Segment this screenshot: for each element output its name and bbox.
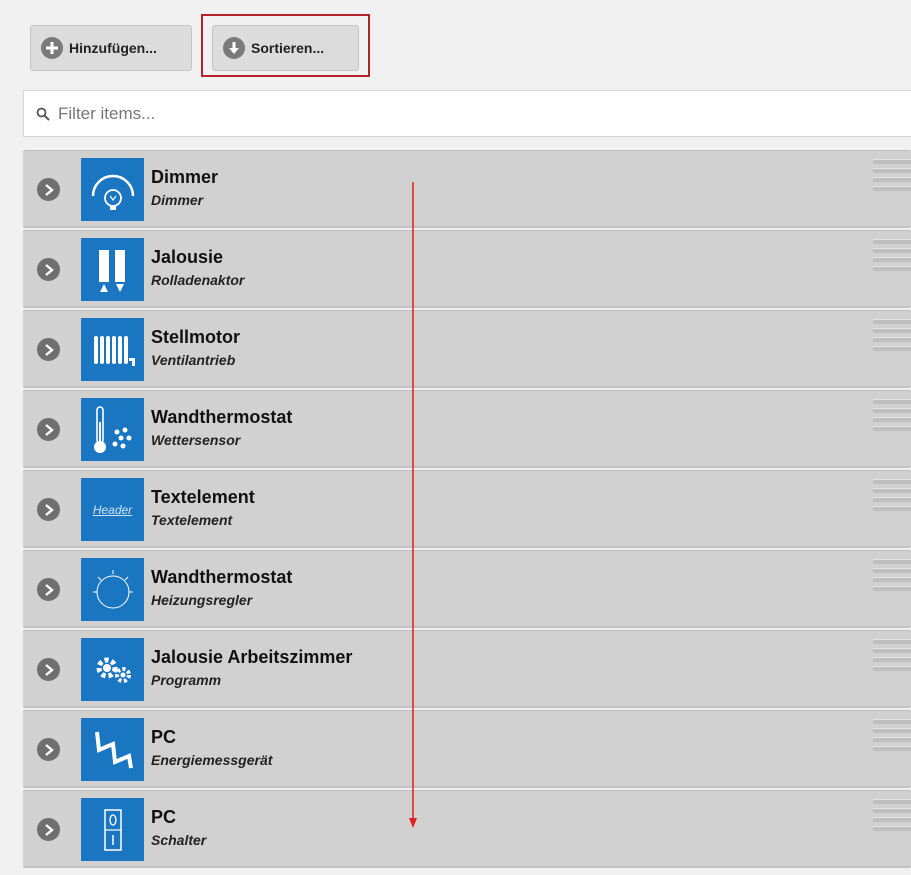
item-title: Jalousie <box>151 247 224 267</box>
item-title: Wandthermostat <box>151 567 293 587</box>
item-title: Stellmotor <box>151 327 241 347</box>
list-item[interactable]: Dimmer Dimmer <box>23 150 911 228</box>
item-subtitle: Wettersensor <box>151 432 241 448</box>
item-title: Jalousie Arbeitszimmer <box>151 647 353 667</box>
drag-handle-icon[interactable] <box>873 159 911 191</box>
item-list: Dimmer Dimmer Jalousie Rolladenaktor Ste… <box>23 150 911 870</box>
chevron-right-icon[interactable] <box>37 818 60 841</box>
item-subtitle: Programm <box>151 672 222 688</box>
chevron-right-icon[interactable] <box>37 738 60 761</box>
add-button[interactable]: Hinzufügen... <box>30 25 192 71</box>
add-button-label: Hinzufügen... <box>69 40 157 56</box>
plus-icon <box>41 37 63 59</box>
item-subtitle: Heizungsregler <box>151 592 253 608</box>
dial-icon <box>81 558 144 621</box>
chevron-right-icon[interactable] <box>37 498 60 521</box>
list-item[interactable]: Wandthermostat Wettersensor <box>23 390 911 468</box>
lightning-icon <box>81 718 144 781</box>
item-title: PC <box>151 807 177 827</box>
chevron-right-icon[interactable] <box>37 578 60 601</box>
list-item[interactable]: Jalousie Arbeitszimmer Programm <box>23 630 911 708</box>
sort-direction-arrow <box>409 182 417 828</box>
drag-handle-icon[interactable] <box>873 479 911 511</box>
list-item[interactable]: Header Textelement Textelement <box>23 470 911 548</box>
list-item[interactable]: Jalousie Rolladenaktor <box>23 230 911 308</box>
weather-sensor-icon <box>81 398 144 461</box>
item-subtitle: Energiemessgerät <box>151 752 273 768</box>
switch-icon <box>81 798 144 861</box>
sort-highlight-annotation <box>201 14 370 77</box>
header-icon-text: Header <box>92 502 133 517</box>
drag-handle-icon[interactable] <box>873 399 911 431</box>
chevron-right-icon[interactable] <box>37 658 60 681</box>
item-title: Wandthermostat <box>151 407 293 427</box>
item-subtitle: Ventilantrieb <box>151 352 236 368</box>
chevron-right-icon[interactable] <box>37 178 60 201</box>
shutter-icon <box>81 238 144 301</box>
list-item[interactable]: PC Schalter <box>23 790 911 868</box>
list-item[interactable]: Stellmotor Ventilantrieb <box>23 310 911 388</box>
item-subtitle: Schalter <box>151 832 207 848</box>
drag-handle-icon[interactable] <box>873 239 911 271</box>
dimmer-icon <box>81 158 144 221</box>
item-title: Dimmer <box>151 167 219 187</box>
list-item[interactable]: PC Energiemessgerät <box>23 710 911 788</box>
filter-input[interactable] <box>56 102 860 125</box>
search-icon <box>36 107 50 121</box>
drag-handle-icon[interactable] <box>873 719 911 751</box>
item-title: PC <box>151 727 177 747</box>
drag-handle-icon[interactable] <box>873 799 911 831</box>
item-subtitle: Textelement <box>151 512 233 528</box>
chevron-right-icon[interactable] <box>37 418 60 441</box>
list-item[interactable]: Wandthermostat Heizungsregler <box>23 550 911 628</box>
filter-bar <box>23 90 911 137</box>
drag-handle-icon[interactable] <box>873 559 911 591</box>
toolbar: Hinzufügen... Sortieren... <box>0 0 911 90</box>
drag-handle-icon[interactable] <box>873 639 911 671</box>
gears-icon <box>81 638 144 701</box>
item-title: Textelement <box>151 487 255 507</box>
header-text-icon: Header <box>81 478 144 541</box>
chevron-right-icon[interactable] <box>37 338 60 361</box>
radiator-icon <box>81 318 144 381</box>
item-subtitle: Dimmer <box>151 192 204 208</box>
chevron-right-icon[interactable] <box>37 258 60 281</box>
drag-handle-icon[interactable] <box>873 319 911 351</box>
item-subtitle: Rolladenaktor <box>151 272 245 288</box>
